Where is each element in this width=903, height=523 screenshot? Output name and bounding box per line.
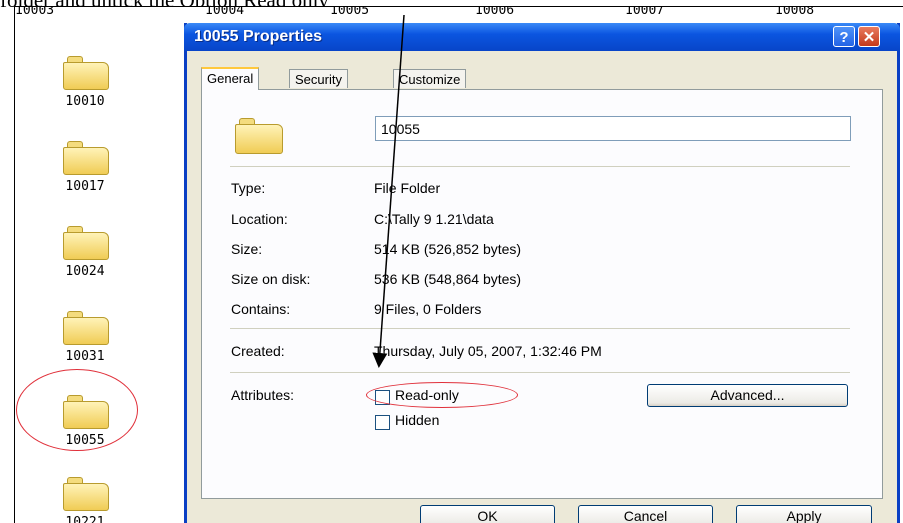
tab-general[interactable]: General [201,67,260,90]
annotation-arrow [372,14,405,368]
desktop-window: 10003 10004 10005 10006 10007 10008 1001… [14,6,903,523]
